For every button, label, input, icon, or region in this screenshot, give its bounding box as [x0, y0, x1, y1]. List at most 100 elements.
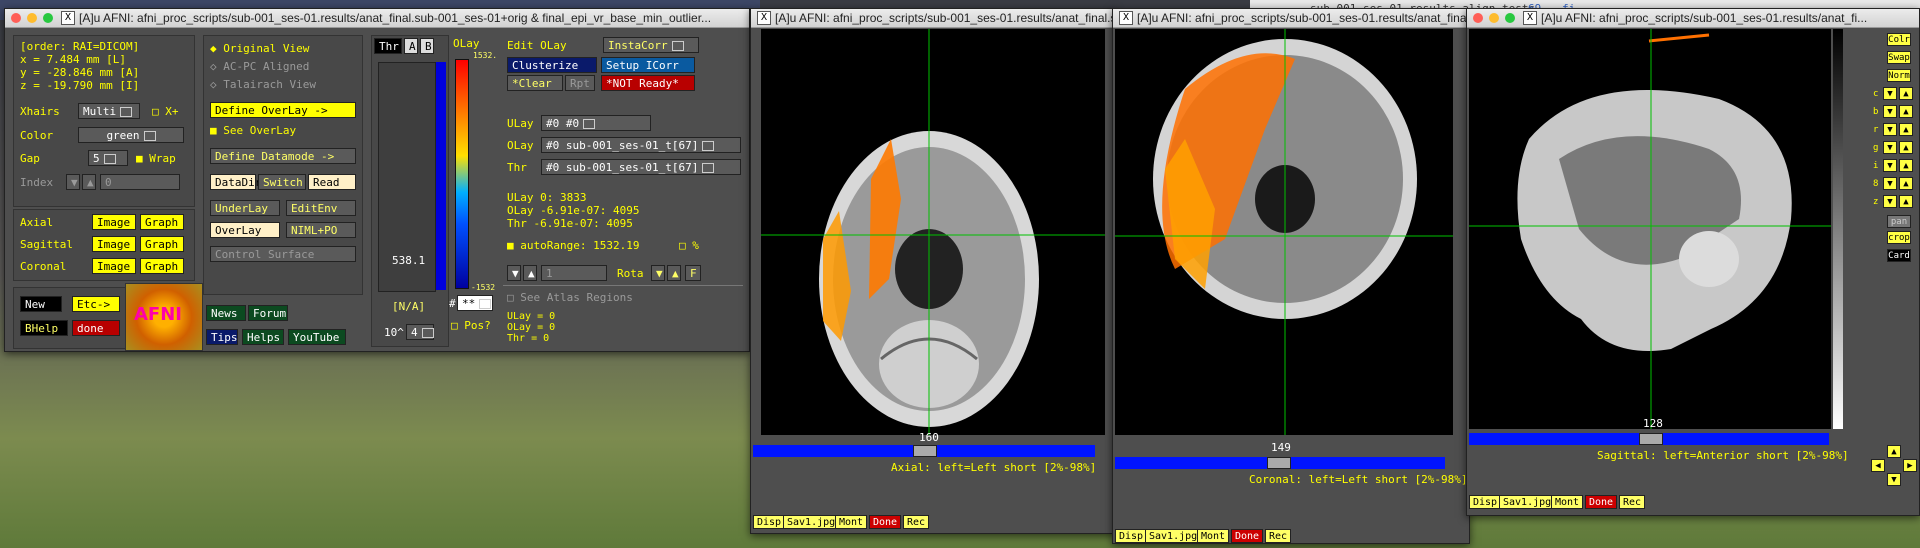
save-button[interactable]: Sav1.jpg	[1499, 495, 1556, 509]
colorbar[interactable]	[455, 59, 469, 289]
see-overlay-toggle[interactable]: ■ See OverLay	[210, 124, 296, 137]
read-button[interactable]: Read	[308, 174, 356, 190]
olay-menu[interactable]: #0 sub-001_ses-01_t[67]	[541, 137, 741, 153]
coronal-image-area[interactable]	[1115, 29, 1453, 435]
r-up-arrow-icon[interactable]: ▲	[1899, 123, 1913, 136]
acpc-view-radio[interactable]: ◇ AC-PC Aligned	[210, 60, 309, 73]
flip-button[interactable]: F	[685, 265, 701, 281]
clusterize-button[interactable]: Clusterize	[507, 57, 597, 73]
g-down-arrow-icon[interactable]: ▼	[1883, 141, 1897, 154]
b-up-arrow-icon[interactable]: ▲	[1899, 105, 1913, 118]
helps-button[interactable]: Helps	[242, 329, 284, 345]
rec-button[interactable]: Rec	[903, 515, 930, 529]
i-up-arrow-icon[interactable]: ▲	[1899, 159, 1913, 172]
youtube-button[interactable]: YouTube	[288, 329, 346, 345]
editenv-button[interactable]: EditEnv	[286, 200, 356, 216]
sagittal-image-area[interactable]	[1469, 29, 1831, 429]
underlay-button[interactable]: UnderLay	[210, 200, 280, 216]
xhairs-menu[interactable]: Multi	[78, 103, 140, 119]
minimize-dot-icon[interactable]	[27, 13, 37, 23]
eight-down-arrow-icon[interactable]: ▼	[1883, 177, 1897, 190]
save-button[interactable]: Sav1.jpg	[1145, 529, 1202, 543]
rota-up-arrow-icon[interactable]: ▲	[667, 265, 681, 281]
mont-button[interactable]: Mont	[1197, 529, 1230, 543]
threshold-slider-bar[interactable]	[436, 62, 446, 290]
pan-up-arrow-icon[interactable]: ▲	[1887, 445, 1901, 458]
done-button[interactable]: Done	[1231, 529, 1264, 543]
rec-button[interactable]: Rec	[1619, 495, 1646, 509]
rota-down-arrow-icon[interactable]: ▼	[651, 265, 665, 281]
setup-icorr-button[interactable]: Setup ICorr	[601, 57, 695, 73]
datadir-button[interactable]: DataDir	[210, 174, 261, 190]
z-up-arrow-icon[interactable]: ▲	[1899, 195, 1913, 208]
colr-button[interactable]: Colr	[1887, 33, 1911, 46]
gap-menu[interactable]: 5	[88, 150, 128, 166]
afni-logo[interactable]: AFNI	[125, 283, 203, 351]
pan-down-arrow-icon[interactable]: ▼	[1887, 473, 1901, 486]
minimize-dot-icon[interactable]	[1489, 13, 1499, 23]
index-up-arrow-icon[interactable]: ▲	[82, 174, 96, 190]
disp-button[interactable]: Disp	[1115, 529, 1148, 543]
define-overlay-button[interactable]: Define OverLay ->	[210, 102, 356, 118]
pos-toggle[interactable]: □ Pos?	[451, 319, 491, 332]
coronal-slice-slider[interactable]	[1115, 457, 1445, 469]
mont-button[interactable]: Mont	[1551, 495, 1584, 509]
xplus-toggle[interactable]: □ X+	[152, 105, 179, 118]
crop-button[interactable]: crop	[1887, 231, 1911, 244]
sagittal-graph-button[interactable]: Graph	[140, 236, 184, 252]
thr-b-button[interactable]: B	[420, 38, 434, 54]
forum-button[interactable]: Forum	[248, 305, 288, 321]
colorbar-stars-menu[interactable]: **	[457, 295, 493, 311]
news-button[interactable]: News	[206, 305, 246, 321]
axial-image-area[interactable]	[761, 29, 1105, 435]
etc-button[interactable]: Etc->	[72, 296, 120, 312]
talairach-view-radio[interactable]: ◇ Talairach View	[210, 78, 316, 91]
original-view-radio[interactable]: ◆ Original View	[210, 42, 309, 55]
pan-right-arrow-icon[interactable]: ▶	[1903, 459, 1917, 472]
atlas-toggle[interactable]: □ See Atlas Regions	[507, 291, 633, 304]
r-down-arrow-icon[interactable]: ▼	[1883, 123, 1897, 136]
range-up-arrow-icon[interactable]: ▲	[523, 265, 537, 281]
ulay-menu[interactable]: #0 #0	[541, 115, 651, 131]
zoom-dot-icon[interactable]	[43, 13, 53, 23]
coronal-graph-button[interactable]: Graph	[140, 258, 184, 274]
pan-button[interactable]: pan	[1887, 215, 1911, 228]
overlay-button[interactable]: OverLay	[210, 222, 280, 238]
niml-button[interactable]: NIML+PO	[286, 222, 356, 238]
thr-a-button[interactable]: A	[404, 38, 418, 54]
slider-thumb[interactable]	[913, 445, 937, 457]
percent-toggle[interactable]: □ %	[679, 239, 699, 252]
switch-button[interactable]: Switch	[258, 174, 306, 190]
i-down-arrow-icon[interactable]: ▼	[1883, 159, 1897, 172]
define-datamode-button[interactable]: Define Datamode ->	[210, 148, 356, 164]
slider-thumb[interactable]	[1639, 433, 1663, 445]
close-dot-icon[interactable]	[1473, 13, 1483, 23]
card-button[interactable]: Card	[1887, 249, 1911, 262]
save-button[interactable]: Sav1.jpg	[783, 515, 840, 529]
control-surface-button[interactable]: Control Surface	[210, 246, 356, 262]
close-dot-icon[interactable]	[11, 13, 21, 23]
disp-button[interactable]: Disp	[1469, 495, 1502, 509]
disp-button[interactable]: Disp	[753, 515, 786, 529]
done-button[interactable]: done	[72, 320, 120, 336]
done-button[interactable]: Done	[869, 515, 902, 529]
range-down-arrow-icon[interactable]: ▼	[507, 265, 521, 281]
power-menu[interactable]: 4	[406, 324, 434, 340]
sagittal-image-button[interactable]: Image	[92, 236, 136, 252]
instacorr-menu[interactable]: InstaCorr	[603, 37, 699, 53]
g-up-arrow-icon[interactable]: ▲	[1899, 141, 1913, 154]
done-button[interactable]: Done	[1585, 495, 1618, 509]
wrap-toggle[interactable]: ■ Wrap	[136, 152, 176, 165]
swap-button[interactable]: Swap	[1887, 51, 1911, 64]
autorange-toggle[interactable]: ■ autoRange: 1532.19	[507, 239, 639, 252]
pan-left-arrow-icon[interactable]: ◀	[1871, 459, 1885, 472]
rec-button[interactable]: Rec	[1265, 529, 1292, 543]
b-down-arrow-icon[interactable]: ▼	[1883, 105, 1897, 118]
clear-button[interactable]: *Clear	[507, 75, 563, 91]
mont-button[interactable]: Mont	[835, 515, 868, 529]
new-button[interactable]: New	[20, 296, 62, 312]
axial-image-button[interactable]: Image	[92, 214, 136, 230]
tips-button[interactable]: Tips	[206, 329, 238, 345]
norm-button[interactable]: Norm	[1887, 69, 1911, 82]
index-field[interactable]: 0	[100, 174, 180, 190]
